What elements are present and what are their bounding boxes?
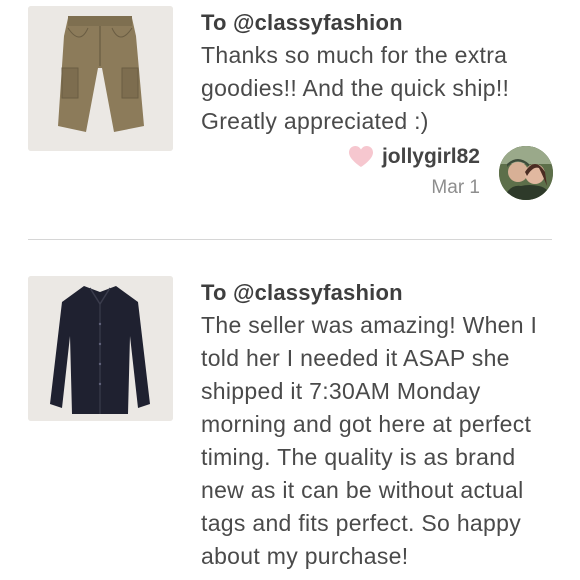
black-shirt-image: [28, 276, 173, 421]
author-username[interactable]: jollygirl82: [382, 145, 480, 169]
khaki-shorts-image: [28, 6, 173, 151]
product-thumbnail-shorts[interactable]: [28, 6, 173, 151]
author-row: jollygirl82: [348, 145, 480, 169]
user-photo-image: [499, 146, 553, 200]
review-card: To @classyfashion Thanks so much for the…: [0, 0, 580, 238]
recipient-line[interactable]: To @classyfashion: [201, 280, 403, 306]
recipient-line[interactable]: To @classyfashion: [201, 10, 403, 36]
review-date: Mar 1: [431, 177, 480, 198]
review-message: The seller was amazing! When I told her …: [201, 312, 538, 569]
heart-icon[interactable]: [348, 145, 374, 169]
product-thumbnail-shirt[interactable]: [28, 276, 173, 421]
review-card: To @classyfashion The seller was amazing…: [0, 240, 580, 580]
review-message: Thanks so much for the extra goodies!! A…: [201, 42, 510, 134]
avatar[interactable]: [499, 146, 553, 200]
